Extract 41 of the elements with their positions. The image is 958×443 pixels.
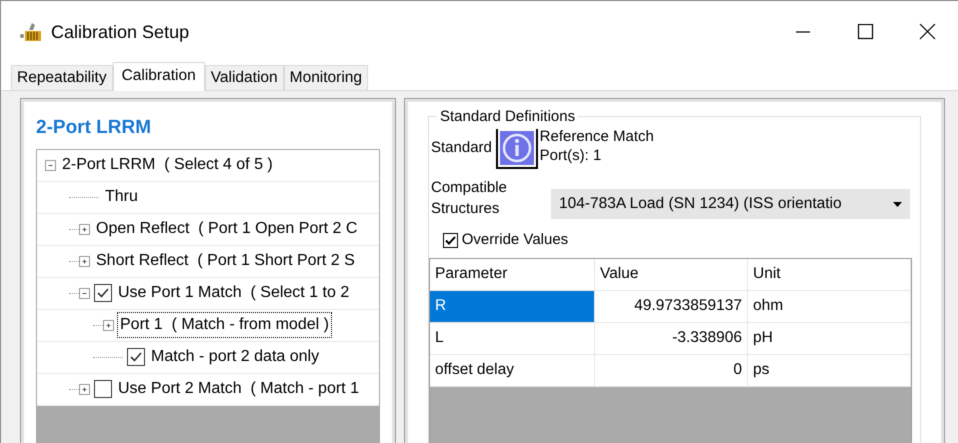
tab[interactable]: Repeatability — [11, 65, 113, 90]
table-cell[interactable]: -3.338906 — [595, 322, 748, 354]
table-cell[interactable]: pH — [748, 322, 911, 354]
expand-icon[interactable] — [79, 224, 90, 234]
structures-dropdown[interactable]: 104-783A Load (SN 1234) (ISS orientatio — [551, 189, 910, 219]
field-label: Standard — [431, 138, 492, 158]
tab[interactable]: Calibration — [112, 62, 205, 91]
app-icon — [19, 21, 43, 43]
window-title: Calibration Setup — [51, 20, 190, 44]
checkbox[interactable] — [127, 348, 145, 366]
checkbox-label: Override Values — [462, 230, 568, 250]
field-label: Compatible Structures — [431, 178, 508, 219]
collapse-icon[interactable] — [79, 288, 90, 298]
checkmark-icon — [444, 234, 457, 247]
expand-icon[interactable] — [79, 384, 90, 394]
checkbox[interactable] — [94, 380, 112, 398]
standard-name: Reference Match — [540, 127, 654, 146]
table-cell[interactable]: ohm — [748, 290, 911, 322]
table-cell[interactable]: 0 — [595, 354, 748, 386]
close-icon[interactable] — [918, 24, 936, 40]
collapse-icon[interactable] — [45, 160, 56, 170]
maximize-icon[interactable] — [856, 24, 874, 40]
checkbox[interactable] — [443, 232, 458, 248]
table-cell[interactable]: 49.9733859137 — [595, 290, 748, 322]
column-header: Unit — [748, 258, 911, 290]
checkbox[interactable] — [94, 284, 112, 302]
info-button[interactable] — [496, 127, 538, 169]
panel-heading: 2-Port LRRM — [36, 116, 152, 140]
tree-item[interactable]: Thru — [103, 185, 140, 209]
table-cell[interactable]: ps — [748, 354, 911, 386]
column-header: Parameter — [430, 258, 595, 290]
tab[interactable]: Validation — [204, 65, 284, 90]
tab[interactable]: Monitoring — [284, 65, 368, 90]
dropdown-caret-icon — [893, 202, 902, 206]
expand-icon[interactable] — [103, 320, 114, 330]
table-cell[interactable]: L — [430, 322, 595, 354]
standard-ports: Port(s): 1 — [540, 146, 602, 165]
table-cell[interactable]: R — [430, 290, 595, 322]
table-cell[interactable]: offset delay — [430, 354, 595, 386]
expand-icon[interactable] — [79, 256, 90, 266]
column-header: Value — [595, 258, 748, 290]
